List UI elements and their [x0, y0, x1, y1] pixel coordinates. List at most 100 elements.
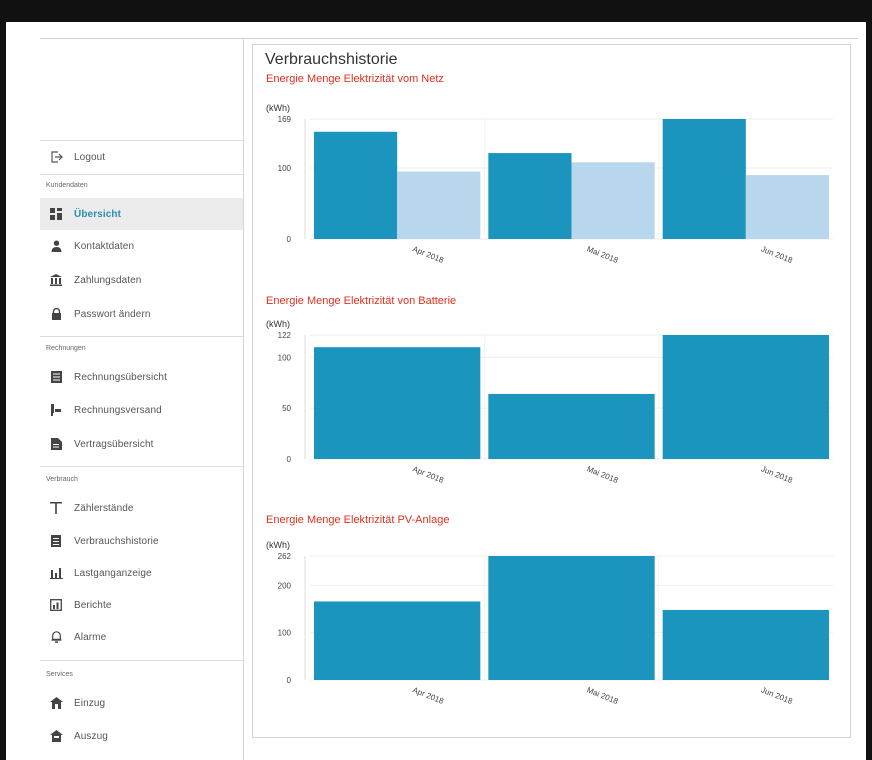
bar — [745, 175, 829, 239]
bar — [488, 393, 655, 459]
sidebar-divider — [40, 174, 244, 175]
send-icon — [49, 403, 63, 417]
bar-chart-icon — [49, 566, 63, 580]
y-tick-label: 100 — [278, 164, 292, 173]
main-panel: Verbrauchshistorie Energie Menge Elektri… — [252, 44, 851, 738]
sidebar-border — [243, 39, 244, 760]
sidebar-item-label: Vertragsübersicht — [74, 438, 154, 450]
invoice-icon — [49, 370, 63, 384]
bank-icon — [49, 273, 63, 287]
window-frame-right — [866, 22, 872, 760]
y-tick-label: 122 — [278, 331, 292, 340]
sidebar-item-label: Auszug — [74, 730, 108, 742]
y-axis-label: (kWh) — [266, 319, 290, 329]
page-title: Verbrauchshistorie — [265, 51, 398, 68]
x-tick-label: Apr 2018 — [411, 244, 445, 265]
y-axis-label: (kWh) — [266, 103, 290, 113]
sidebar-item-label: Zahlungsdaten — [74, 274, 142, 286]
sidebar-item-label: Rechnungsversand — [74, 404, 162, 416]
chart-pv: (kWh) 0 100 200 262 Apr 2018 Mai 2018 Jun 2018 — [266, 540, 833, 706]
y-tick-label: 0 — [287, 235, 292, 244]
sidebar-item-label: Lastganganzeige — [74, 567, 152, 579]
bar — [571, 162, 655, 239]
sidebar-item-verbrauchshistorie[interactable]: Verbrauchshistorie — [40, 525, 244, 557]
sidebar-divider — [40, 466, 244, 467]
y-axis-label: (kWh) — [266, 540, 290, 550]
y-tick-label: 0 — [287, 455, 292, 464]
bar — [488, 153, 572, 239]
x-tick-label: Jun 2018 — [760, 464, 794, 485]
x-tick-label: Jun 2018 — [760, 685, 794, 706]
logout-icon — [49, 150, 63, 164]
sidebar-item-einzug[interactable]: Einzug — [40, 687, 244, 719]
chart-title-netz: Energie Menge Elektrizität vom Netz — [266, 73, 444, 85]
chart-batterie: (kWh) 0 50 100 122 Apr 2018 Mai 2018 Jun 2018 — [266, 319, 833, 485]
bar — [662, 335, 829, 459]
sidebar-item-auszug[interactable]: Auszug — [40, 720, 244, 752]
chart-netz: (kWh) 0 100 169 Apr 2018 Mai 2018 Jun 2018 — [266, 103, 833, 265]
sidebar-item-label: Alarme — [74, 631, 107, 643]
bar — [397, 171, 481, 239]
bar — [314, 601, 481, 680]
section-label-verbrauch: Verbrauch — [46, 476, 78, 483]
top-bar — [0, 0, 872, 22]
x-tick-label: Mai 2018 — [585, 685, 619, 706]
bar — [314, 131, 398, 239]
x-tick-label: Mai 2018 — [585, 244, 619, 265]
sidebar-item-label: Einzug — [74, 697, 106, 709]
sidebar-item-zaehlerstaende[interactable]: Zählerstände — [40, 492, 244, 524]
sidebar-item-berichte[interactable]: Berichte — [40, 589, 244, 621]
sidebar-item-label: Zählerstände — [74, 502, 134, 514]
sidebar-item-label: Logout — [74, 151, 106, 163]
sidebar-item-lastganganzeige[interactable]: Lastganganzeige — [40, 557, 244, 589]
sidebar-item-label: Rechnungsübersicht — [74, 371, 167, 383]
window-frame-left — [0, 22, 6, 760]
chart-title-batterie: Energie Menge Elektrizität von Batterie — [266, 295, 457, 307]
move-out-icon — [49, 729, 63, 743]
chart-title-pv: Energie Menge Elektrizität PV-Anlage — [266, 514, 450, 526]
y-tick-label: 0 — [287, 676, 292, 685]
sidebar-item-label: Berichte — [74, 599, 112, 611]
contract-icon — [49, 437, 63, 451]
x-tick-label: Mai 2018 — [585, 464, 619, 485]
sidebar-item-label: Passwort ändern — [74, 308, 151, 320]
sidebar-item-vertragsuebersicht[interactable]: Vertragsübersicht — [40, 428, 244, 460]
y-tick-label: 200 — [278, 581, 292, 590]
y-tick-label: 169 — [278, 115, 292, 124]
move-in-icon — [49, 696, 63, 710]
sidebar-item-alarme[interactable]: Alarme — [40, 621, 244, 653]
sidebar-item-zahlungsdaten[interactable]: Zahlungsdaten — [40, 264, 244, 296]
y-tick-label: 262 — [278, 552, 292, 561]
sidebar-item-label: Kontaktdaten — [74, 240, 135, 252]
sidebar-item-logout[interactable]: Logout — [40, 141, 244, 173]
bar — [488, 556, 655, 680]
section-label-rechnungen: Rechnungen — [46, 345, 86, 352]
dashboard-icon — [49, 207, 63, 221]
section-label-services: Services — [46, 671, 73, 678]
sidebar-item-label: Verbrauchshistorie — [74, 535, 159, 547]
meter-icon — [49, 501, 63, 515]
y-tick-label: 100 — [278, 629, 292, 638]
sidebar-item-passwort[interactable]: Passwort ändern — [40, 298, 244, 330]
user-icon — [49, 239, 63, 253]
history-icon — [49, 534, 63, 548]
sidebar-item-kontaktdaten[interactable]: Kontaktdaten — [40, 230, 244, 262]
sidebar-divider — [40, 660, 244, 661]
y-tick-label: 50 — [282, 404, 291, 413]
x-tick-label: Jun 2018 — [760, 244, 794, 265]
sidebar-item-uebersicht[interactable]: Übersicht — [40, 198, 244, 230]
sidebar-item-rechnungsversand[interactable]: Rechnungsversand — [40, 394, 244, 426]
section-label-kundendaten: Kundendaten — [46, 182, 88, 189]
bar — [314, 347, 481, 459]
alarm-icon — [49, 630, 63, 644]
bar — [662, 119, 746, 239]
x-tick-label: Apr 2018 — [411, 464, 445, 485]
lock-icon — [49, 307, 63, 321]
sidebar: Logout Kundendaten Übersicht Kontaktdate… — [40, 39, 244, 760]
sidebar-item-label: Übersicht — [74, 208, 122, 220]
report-icon — [49, 598, 63, 612]
bar — [662, 609, 829, 680]
y-tick-label: 100 — [278, 353, 292, 362]
sidebar-item-rechnungsuebersicht[interactable]: Rechnungsübersicht — [40, 361, 244, 393]
x-tick-label: Apr 2018 — [411, 685, 445, 706]
